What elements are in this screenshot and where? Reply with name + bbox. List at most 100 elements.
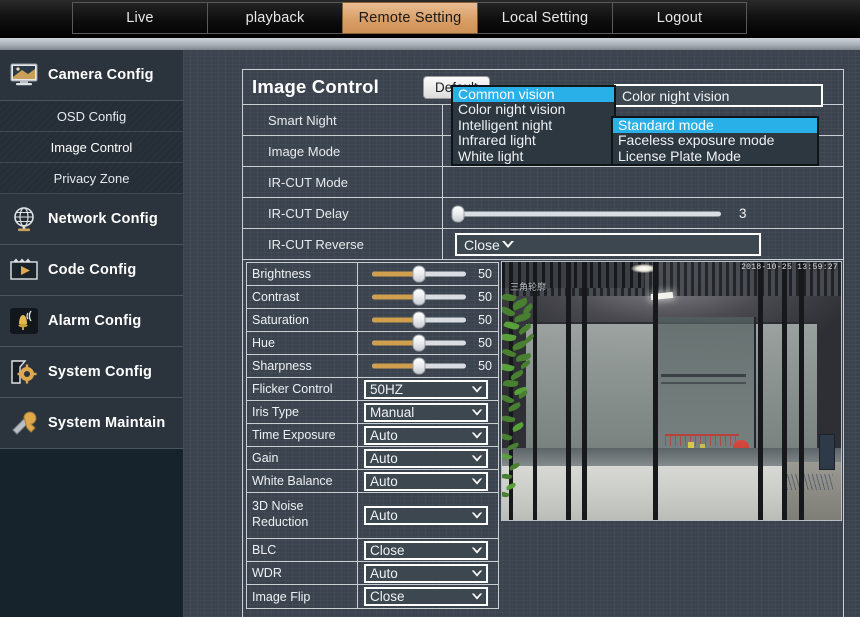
setting-select[interactable]: Auto xyxy=(364,448,488,468)
row-ircut-delay: IR-CUT Delay 3 xyxy=(243,198,843,229)
setting-select[interactable]: Close xyxy=(364,540,488,560)
smart-night-option[interactable]: Common vision xyxy=(453,86,614,103)
sidebar-item-osd-config[interactable]: OSD Config xyxy=(0,101,183,132)
setting-row: Saturation 50 xyxy=(247,309,498,332)
slider-track xyxy=(453,211,721,216)
chevron-down-icon[interactable] xyxy=(470,452,484,465)
tab-remote-setting[interactable]: Remote Setting xyxy=(342,2,477,34)
smart-night-option[interactable]: Color night vision xyxy=(453,101,614,117)
slider-thumb[interactable] xyxy=(412,288,426,306)
smart-night-option[interactable]: White light xyxy=(453,148,614,164)
image-mode-dropdown-list[interactable]: Standard mode Faceless exposure mode Licen… xyxy=(611,116,819,167)
preview-leaf xyxy=(523,333,536,344)
setting-select[interactable]: Auto xyxy=(364,425,488,445)
chevron-down-icon[interactable] xyxy=(470,509,484,522)
chevron-down-icon[interactable] xyxy=(470,429,484,442)
preview-cables xyxy=(787,474,833,490)
sidebar-group-alarm-config[interactable]: Alarm Config xyxy=(0,296,183,347)
preview-leaf xyxy=(502,361,515,374)
setting-row: Image Flip Close xyxy=(247,585,498,608)
setting-row: Gain Auto xyxy=(247,447,498,470)
setting-field: Auto xyxy=(358,470,498,492)
video-preview[interactable]: 三角轮廓 2018-10-25 13:59:27 xyxy=(501,261,842,521)
ircut-delay-slider[interactable] xyxy=(451,205,721,222)
preview-leaf xyxy=(502,472,513,481)
chevron-down-icon[interactable] xyxy=(470,544,484,557)
smart-night-select[interactable]: Color night vision xyxy=(614,84,823,107)
preview-monitor xyxy=(819,434,835,470)
sidebar-group-label: Alarm Config xyxy=(48,313,142,329)
chevron-down-icon[interactable] xyxy=(470,567,484,580)
setting-field: 50 xyxy=(358,263,498,285)
tab-live[interactable]: Live xyxy=(72,2,207,34)
setting-label: WDR xyxy=(247,562,358,584)
setting-label: Flicker Control xyxy=(247,378,358,400)
sidebar-group-system-maintain[interactable]: System Maintain xyxy=(0,398,183,449)
setting-slider[interactable] xyxy=(372,334,466,352)
setting-slider[interactable] xyxy=(372,265,466,283)
smart-night-dropdown-list[interactable]: Common vision Color night vision Intellige… xyxy=(451,85,616,167)
setting-select[interactable]: Close xyxy=(364,587,488,606)
smart-night-option[interactable]: Intelligent night xyxy=(453,117,614,133)
setting-select[interactable]: 50HZ xyxy=(364,379,488,399)
label-ircut-mode: IR-CUT Mode xyxy=(243,167,443,197)
setting-field: Close xyxy=(358,539,498,561)
image-control-panel: Image Control Default Smart Night Image … xyxy=(242,69,844,617)
setting-slider[interactable] xyxy=(372,311,466,329)
label-image-mode: Image Mode xyxy=(243,136,443,166)
preview-leaf xyxy=(502,332,517,343)
setting-row: BLC Close xyxy=(247,539,498,562)
smart-night-option[interactable]: Infrared light xyxy=(453,132,614,148)
setting-slider[interactable] xyxy=(372,288,466,306)
setting-label: Time Exposure xyxy=(247,424,358,446)
preview-timestamp: 2018-10-25 13:59:27 xyxy=(741,263,838,272)
setting-field: Manual xyxy=(358,401,498,423)
setting-row: Contrast 50 xyxy=(247,286,498,309)
ircut-reverse-select[interactable]: Close xyxy=(455,233,761,256)
setting-field: Auto xyxy=(358,562,498,584)
setting-select[interactable]: Auto xyxy=(364,471,488,491)
slider-thumb[interactable] xyxy=(412,265,426,283)
image-settings-table: Brightness 50 Contrast 50 Saturation 50 Hue 50 S… xyxy=(246,262,499,609)
slider-thumb[interactable] xyxy=(412,357,426,375)
chevron-down-icon[interactable] xyxy=(470,383,484,396)
setting-select[interactable]: Manual xyxy=(364,402,488,422)
setting-field: Auto xyxy=(358,447,498,469)
nav-divider xyxy=(0,38,860,50)
tab-local-setting[interactable]: Local Setting xyxy=(477,2,612,34)
image-mode-option[interactable]: Faceless exposure mode xyxy=(613,132,817,148)
tab-logout[interactable]: Logout xyxy=(612,2,747,34)
chevron-down-icon[interactable] xyxy=(500,238,516,251)
setting-row: White Balance Auto xyxy=(247,470,498,493)
setting-value: Auto xyxy=(370,473,398,489)
preview-pillar-3 xyxy=(652,262,658,520)
image-mode-option[interactable]: Standard mode xyxy=(613,117,817,134)
setting-value: 50 xyxy=(478,359,492,373)
setting-value: 50 xyxy=(478,267,492,281)
sidebar-item-image-control[interactable]: Image Control xyxy=(0,132,183,163)
setting-select[interactable]: Auto xyxy=(364,563,488,583)
tab-playback[interactable]: playback xyxy=(207,2,342,34)
sidebar-group-network-config[interactable]: Network Config xyxy=(0,194,183,245)
smart-night-value: Color night vision xyxy=(622,87,730,104)
field-ircut-reverse: Close xyxy=(443,229,843,259)
slider-thumb[interactable] xyxy=(412,334,426,352)
sidebar-group-code-config[interactable]: Code Config xyxy=(0,245,183,296)
slider-thumb[interactable] xyxy=(412,311,426,329)
row-ircut-reverse: IR-CUT Reverse Close xyxy=(243,229,843,260)
setting-select[interactable]: Auto xyxy=(364,506,488,525)
sidebar-group-camera-config[interactable]: Camera Config xyxy=(0,50,183,101)
slider-thumb[interactable] xyxy=(451,205,465,222)
preview-pillar-6 xyxy=(798,262,804,520)
chevron-down-icon[interactable] xyxy=(470,590,484,603)
sidebar-group-system-config[interactable]: System Config xyxy=(0,347,183,398)
setting-slider[interactable] xyxy=(372,357,466,375)
chevron-down-icon[interactable] xyxy=(470,475,484,488)
setting-row: WDR Auto xyxy=(247,562,498,585)
sidebar-item-privacy-zone[interactable]: Privacy Zone xyxy=(0,163,183,194)
label-ircut-reverse: IR-CUT Reverse xyxy=(243,229,443,259)
image-mode-option[interactable]: License Plate Mode xyxy=(613,148,817,164)
sidebar-group-label: Code Config xyxy=(48,262,137,278)
setting-field: 50 xyxy=(358,309,498,331)
chevron-down-icon[interactable] xyxy=(470,406,484,419)
